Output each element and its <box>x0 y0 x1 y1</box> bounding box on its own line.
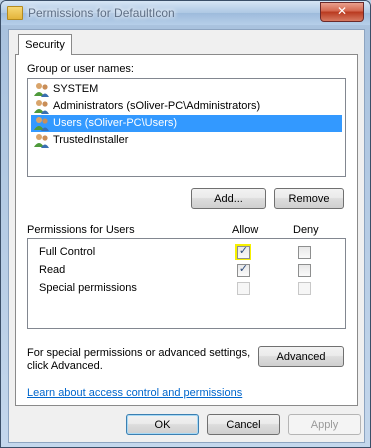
allow-full-control-checkbox[interactable]: ✓ <box>237 244 250 259</box>
deny-read-checkbox[interactable] <box>298 264 311 277</box>
permissions-list: Full Control ✓ Read ✓ Special permission… <box>27 238 346 329</box>
allow-read-checkbox[interactable]: ✓ <box>237 262 250 277</box>
perm-name: Full Control <box>39 246 96 258</box>
users-icon <box>34 100 49 114</box>
list-item-administrators[interactable]: Administrators (sOliver-PC\Administrator… <box>31 98 342 115</box>
add-button[interactable]: Add... <box>191 188 266 209</box>
checkmark-icon: ✓ <box>238 262 249 275</box>
list-item-label: Administrators (sOliver-PC\Administrator… <box>53 100 261 112</box>
perm-row-read: Read ✓ <box>28 261 345 279</box>
security-tab-panel: Group or user names: SYSTEM Administrato… <box>15 54 358 406</box>
special-text-line2: click Advanced. <box>27 360 103 372</box>
list-item-label: TrustedInstaller <box>53 134 129 146</box>
title-bar[interactable]: Permissions for DefaultIcon ✕ <box>1 1 370 25</box>
apply-button: Apply <box>288 414 361 435</box>
remove-button[interactable]: Remove <box>274 188 344 209</box>
list-item-label: SYSTEM <box>53 83 99 95</box>
group-user-list[interactable]: SYSTEM Administrators (sOliver-PC\Admini… <box>27 78 346 177</box>
group-names-label: Group or user names: <box>27 63 134 75</box>
advanced-button[interactable]: Advanced <box>258 346 344 367</box>
folder-icon <box>7 6 23 20</box>
deny-special-checkbox <box>298 282 311 295</box>
deny-header: Deny <box>293 224 319 236</box>
ok-button[interactable]: OK <box>126 414 199 435</box>
tab-security[interactable]: Security <box>18 34 72 55</box>
list-item-users[interactable]: Users (sOliver-PC\Users) <box>31 115 342 132</box>
users-icon <box>34 83 49 97</box>
access-control-link[interactable]: Learn about access control and permissio… <box>27 387 242 399</box>
perm-name: Special permissions <box>39 282 137 294</box>
permissions-header: Permissions for Users <box>27 224 135 236</box>
users-icon <box>34 117 49 131</box>
list-item-label: Users (sOliver-PC\Users) <box>53 117 178 129</box>
dialog-body: Security Group or user names: SYSTEM Adm… <box>8 29 365 443</box>
allow-header: Allow <box>232 224 259 236</box>
permissions-dialog: Permissions for DefaultIcon ✕ Security G… <box>0 0 371 448</box>
close-button[interactable]: ✕ <box>320 2 364 22</box>
allow-special-checkbox <box>237 282 250 295</box>
close-icon: ✕ <box>336 4 348 18</box>
special-text-line1: For special permissions or advanced sett… <box>27 347 251 359</box>
perm-row-special: Special permissions <box>28 279 345 297</box>
perm-name: Read <box>39 264 66 276</box>
cancel-button[interactable]: Cancel <box>207 414 280 435</box>
list-item-system[interactable]: SYSTEM <box>31 81 342 98</box>
perm-row-full-control: Full Control ✓ <box>28 243 345 261</box>
window-title: Permissions for DefaultIcon <box>28 6 175 20</box>
list-item-trustedinstaller[interactable]: TrustedInstaller <box>31 132 342 149</box>
deny-full-control-checkbox[interactable] <box>298 246 311 259</box>
checkmark-icon: ✓ <box>238 244 249 257</box>
users-icon <box>34 134 49 148</box>
